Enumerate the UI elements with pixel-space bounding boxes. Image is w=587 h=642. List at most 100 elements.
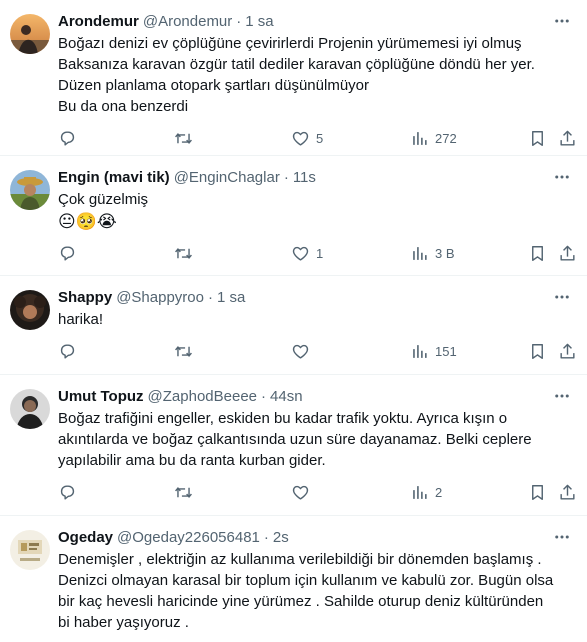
separator-dot: · <box>283 169 289 186</box>
avatar[interactable] <box>10 389 50 429</box>
more-dots-icon <box>555 295 569 299</box>
share-icon <box>560 245 575 261</box>
heart-icon <box>292 485 309 500</box>
like-count: 5 <box>316 130 324 146</box>
share-button[interactable] <box>558 243 577 263</box>
action-bar: 151 <box>58 330 575 376</box>
display-name[interactable]: Ogeday <box>58 528 113 548</box>
share-icon <box>560 130 575 146</box>
tweet-header: Shappy @Shappyroo · 1 sa <box>58 288 571 308</box>
bookmark-icon <box>532 245 543 261</box>
bookmark-button[interactable] <box>528 243 547 263</box>
more-dots-icon <box>555 175 569 179</box>
share-icon <box>560 343 575 359</box>
avatar[interactable] <box>10 14 50 54</box>
tweet-text: harika! <box>58 311 104 328</box>
tweet-text: Çok güzelmiş <box>58 191 149 208</box>
retweet-button[interactable] <box>174 128 193 148</box>
views-chart-icon <box>413 246 427 260</box>
timestamp[interactable]: 1 sa <box>245 12 273 32</box>
retweet-icon <box>175 345 192 357</box>
share-button[interactable] <box>558 482 577 502</box>
bookmark-button[interactable] <box>528 128 547 148</box>
avatar[interactable] <box>10 170 50 210</box>
user-handle[interactable]: @Shappyroo <box>116 288 204 308</box>
heart-icon <box>292 131 309 146</box>
more-options-button[interactable] <box>551 385 573 407</box>
user-handle[interactable]: @Ogeday226056481 <box>117 528 260 548</box>
separator-dot: · <box>263 529 269 546</box>
avatar[interactable] <box>10 530 50 570</box>
share-icon <box>560 484 575 500</box>
bookmark-icon <box>532 130 543 146</box>
tweet[interactable]: Engin (mavi tik) @EnginChaglar · 11s Çok… <box>0 156 587 276</box>
avatar[interactable] <box>10 290 50 330</box>
view-count: 3 B <box>435 245 455 261</box>
reply-icon <box>60 343 75 359</box>
action-bar: 2 <box>58 471 575 517</box>
more-options-button[interactable] <box>551 526 573 548</box>
tweet[interactable]: Shappy @Shappyroo · 1 sa harika! 151 <box>0 276 587 375</box>
more-dots-icon <box>555 535 569 539</box>
display-name[interactable]: Engin (mavi tik) <box>58 168 170 188</box>
user-handle[interactable]: @ZaphodBeeee <box>148 387 257 407</box>
view-count: 2 <box>435 484 443 500</box>
timestamp[interactable]: 1 sa <box>217 288 245 308</box>
retweet-button[interactable] <box>174 341 193 361</box>
like-count: 1 <box>316 245 324 261</box>
heart-icon <box>292 246 309 261</box>
like-button[interactable] <box>291 341 316 361</box>
timestamp[interactable]: 11s <box>293 168 316 188</box>
like-button[interactable] <box>291 482 316 502</box>
views-button[interactable]: 3 B <box>410 243 455 263</box>
views-chart-icon <box>413 344 427 358</box>
views-chart-icon <box>413 485 427 499</box>
view-count: 272 <box>435 130 457 146</box>
reply-icon <box>60 130 75 146</box>
more-options-button[interactable] <box>551 10 573 32</box>
retweet-button[interactable] <box>174 482 193 502</box>
timestamp[interactable]: 2s <box>273 528 289 548</box>
reply-button[interactable] <box>58 128 77 148</box>
reply-icon <box>60 484 75 500</box>
tweet[interactable]: Arondemur @Arondemur · 1 sa Boğazı deniz… <box>0 0 587 156</box>
reply-button[interactable] <box>58 482 77 502</box>
views-button[interactable]: 151 <box>410 341 457 361</box>
user-handle[interactable]: @EnginChaglar <box>174 168 280 188</box>
retweet-button[interactable] <box>174 243 193 263</box>
like-button[interactable]: 1 <box>291 243 323 263</box>
reply-button[interactable] <box>58 341 77 361</box>
retweet-icon <box>175 486 192 498</box>
separator-dot: · <box>236 13 242 30</box>
display-name[interactable]: Umut Topuz <box>58 387 144 407</box>
action-bar: 1 3 B <box>58 232 575 278</box>
tweet-text: Denemişler , elektriğin az kullanıma ver… <box>58 551 554 631</box>
tweet-header: Engin (mavi tik) @EnginChaglar · 11s <box>58 168 571 188</box>
more-options-button[interactable] <box>551 286 573 308</box>
heart-icon <box>292 344 309 359</box>
tweet[interactable]: Umut Topuz @ZaphodBeeee · 44sn Boğaz tra… <box>0 375 587 516</box>
tweet-header: Arondemur @Arondemur · 1 sa <box>58 12 571 32</box>
reply-feed: Arondemur @Arondemur · 1 sa Boğazı deniz… <box>0 0 587 642</box>
bookmark-button[interactable] <box>528 341 547 361</box>
share-button[interactable] <box>558 128 577 148</box>
more-dots-icon <box>555 19 569 23</box>
retweet-icon <box>175 132 192 144</box>
reply-button[interactable] <box>58 243 77 263</box>
bookmark-icon <box>532 484 543 500</box>
views-button[interactable]: 2 <box>410 482 442 502</box>
tweet[interactable]: Ogeday @Ogeday226056481 · 2s Denemişler … <box>0 516 587 642</box>
timestamp[interactable]: 44sn <box>270 387 303 407</box>
bookmark-button[interactable] <box>528 482 547 502</box>
separator-dot: · <box>207 289 213 306</box>
tweet-emojis: 😐🥺😭 <box>58 212 117 231</box>
bookmark-icon <box>532 343 543 359</box>
views-button[interactable]: 272 <box>410 128 457 148</box>
display-name[interactable]: Shappy <box>58 288 112 308</box>
share-button[interactable] <box>558 341 577 361</box>
display-name[interactable]: Arondemur <box>58 12 139 32</box>
like-button[interactable]: 5 <box>291 128 323 148</box>
more-options-button[interactable] <box>551 166 573 188</box>
user-handle[interactable]: @Arondemur <box>143 12 232 32</box>
more-dots-icon <box>555 394 569 398</box>
